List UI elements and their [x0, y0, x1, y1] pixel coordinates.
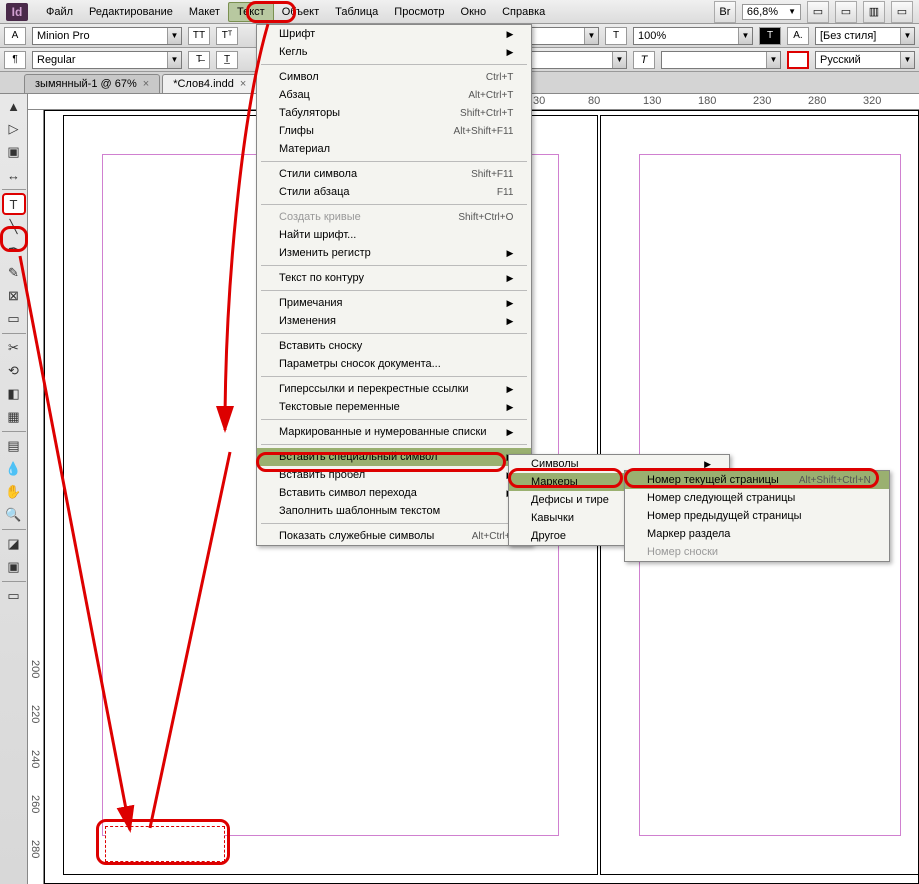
ruler-vertical: 200 220 240 260 280 [28, 110, 44, 884]
skew-icon[interactable]: T [633, 51, 655, 69]
menu-item[interactable]: Изменения▶ [257, 312, 531, 330]
menu-item[interactable]: ГлифыAlt+Shift+F11 [257, 122, 531, 140]
menu-item[interactable]: Номер текущей страницыAlt+Shift+Ctrl+N [625, 471, 889, 489]
tool-panel: ▲ ▷ ▣ ↔ T ╲ ✒ ✎ ⊠ ▭ ✂ ⟲ ◧ ▦ ▤ 💧 ✋ 🔍 ◪ ▣ … [0, 94, 28, 884]
fill-stroke-tool[interactable]: ◪ [2, 533, 26, 555]
menu-item[interactable]: ТабуляторыShift+Ctrl+T [257, 104, 531, 122]
direct-select-tool[interactable]: ▷ [2, 118, 26, 140]
app-logo: Id [6, 3, 28, 21]
pencil-tool[interactable]: ✎ [2, 262, 26, 284]
menu-edit[interactable]: Редактирование [81, 3, 181, 21]
arrange-icon[interactable]: ▥ [863, 1, 885, 23]
gradient-tool[interactable]: ◧ [2, 383, 26, 405]
menu-item[interactable]: Примечания▶ [257, 294, 531, 312]
view-mode-icon[interactable]: ▭ [807, 1, 829, 23]
menu-item[interactable]: Вставить символ перехода▶ [257, 484, 531, 502]
line-tool[interactable]: ╲ [2, 216, 26, 238]
menu-object[interactable]: Объект [274, 3, 327, 21]
menu-bar: Id Файл Редактирование Макет Текст Объек… [0, 0, 919, 24]
eyedropper-tool[interactable]: 💧 [2, 458, 26, 480]
gap-tool[interactable]: ↔ [2, 164, 26, 186]
char-style-field[interactable]: [Без стиля]▼ [815, 27, 915, 45]
bridge-icon[interactable]: Br [714, 1, 736, 23]
menu-table[interactable]: Таблица [327, 3, 386, 21]
stroke-icon[interactable] [787, 51, 809, 69]
menu-help[interactable]: Справка [494, 3, 553, 21]
menu-item[interactable]: Номер следующей страницы [625, 489, 889, 507]
type-menu: Шрифт▶Кегль▶СимволCtrl+TАбзацAlt+Ctrl+TТ… [256, 24, 532, 546]
note-tool[interactable]: ▤ [2, 435, 26, 457]
hand-tool[interactable]: ✋ [2, 481, 26, 503]
menu-item[interactable]: Маркер раздела [625, 525, 889, 543]
menu-item[interactable]: Стили символаShift+F11 [257, 165, 531, 183]
menu-item[interactable]: Текст по контуру▶ [257, 269, 531, 287]
language-field[interactable]: Русский▼ [815, 51, 915, 69]
caps-icon[interactable]: Tᵀ [216, 27, 238, 45]
scissors-tool[interactable]: ✂ [2, 337, 26, 359]
close-icon[interactable]: × [143, 78, 149, 90]
menu-item[interactable]: Маркированные и нумерованные списки▶ [257, 423, 531, 441]
menu-item: Создать кривыеShift+Ctrl+O [257, 208, 531, 226]
text-frame[interactable] [105, 826, 225, 862]
vscale-icon[interactable]: T [605, 27, 627, 45]
menu-item[interactable]: Заполнить шаблонным текстом [257, 502, 531, 520]
menu-item[interactable]: Показать служебные символыAlt+Ctrl+I [257, 527, 531, 545]
underline-icon[interactable]: T̲ [216, 51, 238, 69]
menu-view[interactable]: Просмотр [386, 3, 452, 21]
tab-slov4[interactable]: *Слов4.indd× [162, 74, 257, 93]
menu-item[interactable]: Текстовые переменные▶ [257, 398, 531, 416]
menu-type[interactable]: Текст [228, 2, 274, 22]
swatch-tool[interactable]: ▦ [2, 406, 26, 428]
close-icon[interactable]: × [240, 78, 246, 90]
menu-item[interactable]: Найти шрифт... [257, 226, 531, 244]
type-tool[interactable]: T [2, 193, 26, 215]
selection-tool[interactable]: ▲ [2, 95, 26, 117]
workspace-icon[interactable]: ▭ [891, 1, 913, 23]
fill-icon[interactable]: T [759, 27, 781, 45]
menu-item[interactable]: Кегль▶ [257, 43, 531, 61]
screen-mode-icon[interactable]: ▭ [835, 1, 857, 23]
skew-field[interactable]: ▼ [661, 51, 781, 69]
rect-tool[interactable]: ▭ [2, 308, 26, 330]
char-panel-icon[interactable]: A [4, 27, 26, 45]
menu-item[interactable]: Стили абзацаF11 [257, 183, 531, 201]
frame-tool[interactable]: ⊠ [2, 285, 26, 307]
font-family-field[interactable]: Minion Pro▼ [32, 27, 182, 45]
menu-item[interactable]: Материал [257, 140, 531, 158]
menu-item[interactable]: Вставить специальный символ▶ [257, 448, 531, 466]
font-weight-field[interactable]: Regular▼ [32, 51, 182, 69]
zoom-level[interactable]: 66,8%▼ [742, 4, 801, 20]
tt-icon[interactable]: TT [188, 27, 210, 45]
pen-tool[interactable]: ✒ [2, 239, 26, 261]
menu-item[interactable]: АбзацAlt+Ctrl+T [257, 86, 531, 104]
menu-item[interactable]: СимволCtrl+T [257, 68, 531, 86]
vscale-field[interactable]: 100%▼ [633, 27, 753, 45]
charstyle-icon[interactable]: A. [787, 27, 809, 45]
menu-item[interactable]: Вставить сноску [257, 337, 531, 355]
transform-tool[interactable]: ⟲ [2, 360, 26, 382]
menu-item[interactable]: Гиперссылки и перекрестные ссылки▶ [257, 380, 531, 398]
menu-item[interactable]: Номер предыдущей страницы [625, 507, 889, 525]
menu-item: Номер сноски [625, 543, 889, 561]
menu-window[interactable]: Окно [453, 3, 495, 21]
markers-submenu: Номер текущей страницыAlt+Shift+Ctrl+NНо… [624, 470, 890, 562]
menu-item[interactable]: Шрифт▶ [257, 25, 531, 43]
menu-item[interactable]: Изменить регистр▶ [257, 244, 531, 262]
view-mode-tool[interactable]: ▭ [2, 585, 26, 607]
apply-color-tool[interactable]: ▣ [2, 556, 26, 578]
strike-icon[interactable]: T̶ [188, 51, 210, 69]
page-tool[interactable]: ▣ [2, 141, 26, 163]
menu-layout[interactable]: Макет [181, 3, 228, 21]
menu-item[interactable]: Вставить пробел▶ [257, 466, 531, 484]
para-panel-icon[interactable]: ¶ [4, 51, 26, 69]
zoom-tool[interactable]: 🔍 [2, 504, 26, 526]
menu-file[interactable]: Файл [38, 3, 81, 21]
tab-untitled[interactable]: зымянный-1 @ 67%× [24, 74, 160, 93]
menu-item[interactable]: Параметры сносок документа... [257, 355, 531, 373]
